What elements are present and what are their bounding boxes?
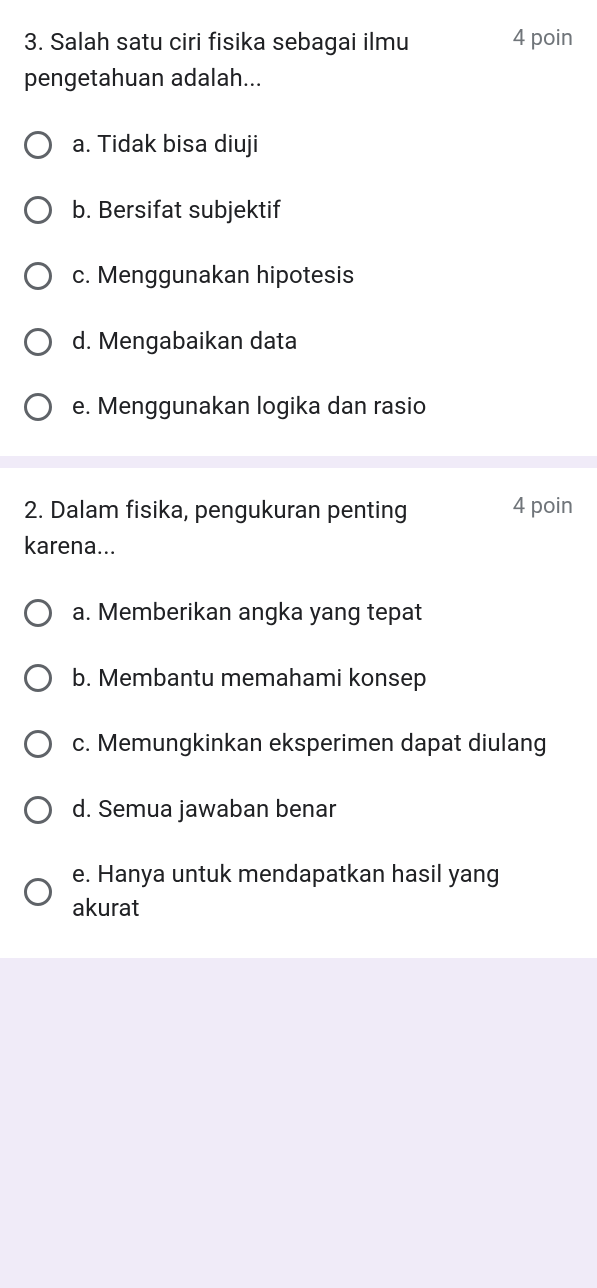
options-group: a. Memberikan angka yang tepat b. Memban…	[24, 596, 573, 926]
radio-icon	[24, 599, 52, 627]
option-d[interactable]: d. Mengabaikan data	[24, 325, 573, 359]
option-a[interactable]: a. Tidak bisa diuji	[24, 128, 573, 162]
option-e[interactable]: e. Hanya untuk mendapatkan hasil yang ak…	[24, 858, 573, 925]
option-a[interactable]: a. Memberikan angka yang tepat	[24, 596, 573, 630]
option-label: d. Semua jawaban benar	[72, 793, 337, 827]
question-header: 3. Salah satu ciri fisika sebagai ilmu p…	[24, 24, 573, 96]
option-label: c. Memungkinkan eksperimen dapat diulang	[72, 727, 547, 761]
radio-icon	[24, 664, 52, 692]
option-c[interactable]: c. Memungkinkan eksperimen dapat diulang	[24, 727, 573, 761]
radio-icon	[24, 878, 52, 906]
radio-icon	[24, 262, 52, 290]
option-label: a. Tidak bisa diuji	[72, 128, 259, 162]
question-card-1: 3. Salah satu ciri fisika sebagai ilmu p…	[0, 0, 597, 456]
radio-icon	[24, 796, 52, 824]
option-label: a. Memberikan angka yang tepat	[72, 596, 423, 630]
option-b[interactable]: b. Bersifat subjektif	[24, 194, 573, 228]
radio-icon	[24, 393, 52, 421]
option-c[interactable]: c. Menggunakan hipotesis	[24, 259, 573, 293]
radio-icon	[24, 730, 52, 758]
question-text: 3. Salah satu ciri fisika sebagai ilmu p…	[24, 24, 513, 96]
radio-icon	[24, 196, 52, 224]
option-label: e. Hanya untuk mendapatkan hasil yang ak…	[72, 858, 573, 925]
option-label: e. Menggunakan logika dan rasio	[72, 390, 426, 424]
question-card-2: 2. Dalam fisika, pengukuran penting kare…	[0, 468, 597, 958]
radio-icon	[24, 131, 52, 159]
question-header: 2. Dalam fisika, pengukuran penting kare…	[24, 492, 573, 564]
radio-icon	[24, 328, 52, 356]
points-label: 4 poin	[513, 492, 573, 519]
option-label: b. Bersifat subjektif	[72, 194, 281, 228]
option-b[interactable]: b. Membantu memahami konsep	[24, 662, 573, 696]
points-label: 4 poin	[513, 24, 573, 51]
options-group: a. Tidak bisa diuji b. Bersifat subjekti…	[24, 128, 573, 424]
option-e[interactable]: e. Menggunakan logika dan rasio	[24, 390, 573, 424]
option-d[interactable]: d. Semua jawaban benar	[24, 793, 573, 827]
question-text: 2. Dalam fisika, pengukuran penting kare…	[24, 492, 513, 564]
option-label: b. Membantu memahami konsep	[72, 662, 427, 696]
option-label: d. Mengabaikan data	[72, 325, 297, 359]
option-label: c. Menggunakan hipotesis	[72, 259, 355, 293]
